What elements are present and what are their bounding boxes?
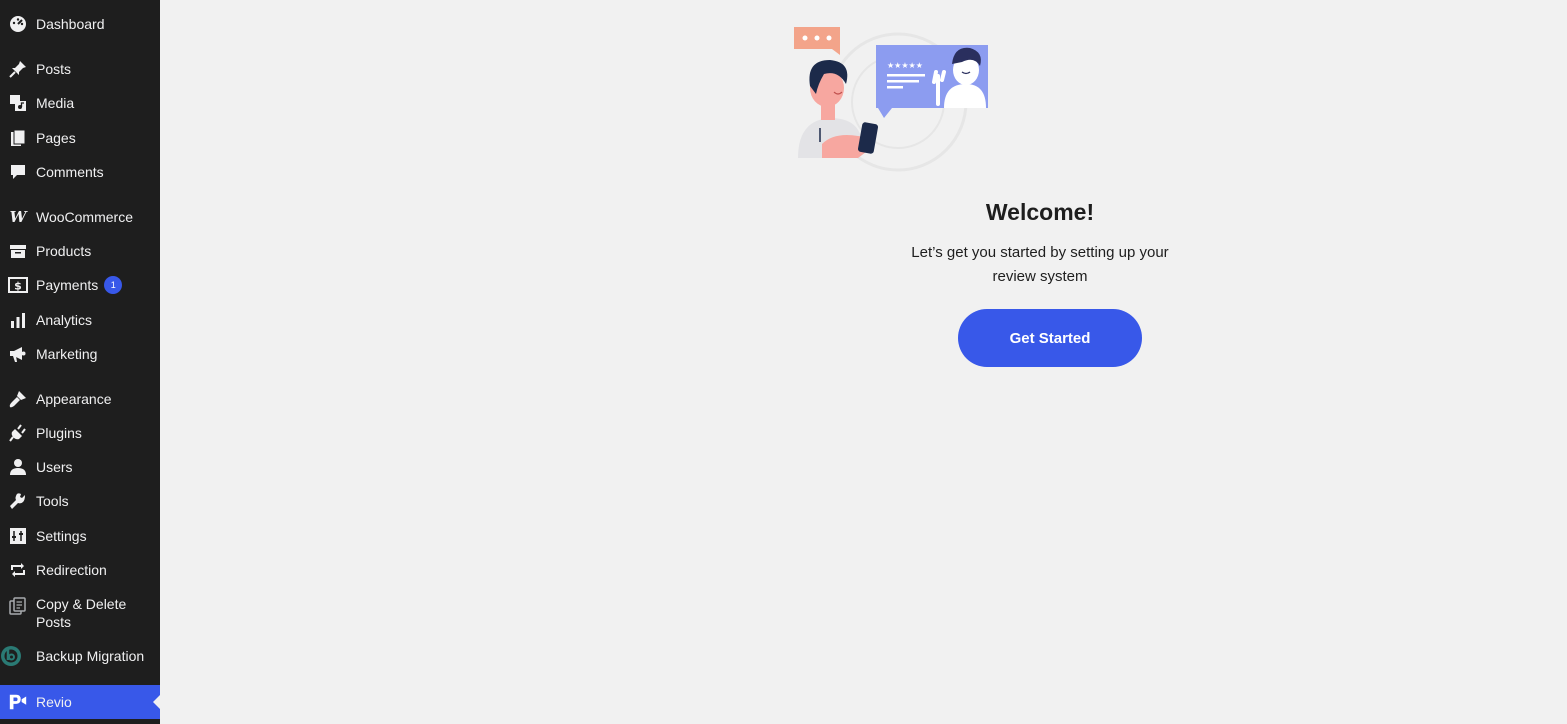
sidebar-item-label: Payments 1 [36,276,154,294]
revio-icon [8,693,28,711]
notification-badge: 1 [104,276,123,294]
sidebar-item-label: Products [36,243,92,259]
sidebar-item-comments[interactable]: Comments [0,163,160,181]
person-with-phone-icon [798,60,879,158]
bar-chart-icon [8,311,28,329]
copy-icon [8,597,28,615]
sidebar-item-label: Pages [36,130,76,146]
sidebar-item-dashboard[interactable]: Dashboard [0,15,160,33]
sidebar-item-label: Appearance [36,391,112,407]
sidebar-item-label: Settings [36,528,87,544]
sidebar-item-marketing[interactable]: Marketing [0,345,160,363]
sidebar-item-backup-migration[interactable]: Backup Migration [0,645,160,667]
sidebar-item-settings[interactable]: Settings [0,527,160,545]
sidebar-item-copy-delete-posts[interactable]: Copy & Delete Posts [0,595,160,631]
chat-bubble-icon [794,27,840,55]
sidebar-item-plugins[interactable]: Plugins [0,424,160,442]
user-icon [8,458,28,476]
sidebar-item-tools[interactable]: Tools [0,492,160,510]
sidebar-item-appearance[interactable]: Appearance [0,390,160,408]
plugin-icon [8,424,28,442]
sidebar-item-users[interactable]: Users [0,458,160,476]
sidebar-item-products[interactable]: Products [0,242,160,260]
welcome-illustration: ★★★★★ [794,27,988,172]
sidebar-item-label: Media [36,95,75,111]
page-title: Welcome! [985,199,1095,225]
welcome-description: Let’s get you started by setting up your… [911,244,1169,285]
sidebar-item-label: Backup Migration [36,648,145,664]
archive-icon [8,242,28,260]
sidebar-item-label: Tools [36,493,69,509]
sidebar-item-label: Posts [36,61,72,77]
sidebar-item-woocommerce[interactable]: W WooCommerce [0,208,160,226]
woocommerce-icon: W [9,208,27,226]
pages-icon [8,129,28,147]
backup-icon [0,645,22,667]
sidebar-item-payments[interactable]: $ Payments 1 [0,276,160,294]
media-icon [8,94,28,112]
megaphone-icon [8,345,28,363]
sidebar-item-label: Analytics [36,312,93,328]
svg-text:★★★★★: ★★★★★ [887,61,923,70]
sidebar-item-label: WooCommerce [36,209,133,225]
payments-label: Payments [36,277,99,293]
sidebar-item-pages[interactable]: Pages [0,129,160,147]
sidebar-item-label: Plugins [36,425,82,441]
sidebar-item-label: Users [36,459,73,475]
sidebar-item-label: Redirection [36,562,107,578]
sidebar-item-label: Revio [36,694,72,710]
comment-icon [8,163,28,181]
sidebar-item-label: Marketing [36,346,98,362]
sidebar-item-redirection[interactable]: Redirection [0,561,160,579]
admin-sidebar: Dashboard Posts Media Pages Comments W W… [0,0,161,724]
sidebar-item-revio[interactable]: Revio [0,685,161,719]
sidebar-item-posts[interactable]: Posts [0,60,160,78]
pin-icon [8,60,28,78]
svg-text:$: $ [14,280,22,293]
review-card-icon: ★★★★★ [876,45,988,118]
settings-icon [8,527,28,545]
sidebar-item-label: Dashboard [36,16,105,32]
wrench-icon [8,492,28,510]
get-started-button[interactable]: Get Started [958,309,1142,367]
redirect-icon [8,561,28,579]
dashboard-icon [8,15,28,33]
sidebar-item-analytics[interactable]: Analytics [0,311,160,329]
paintbrush-icon [8,390,28,408]
dollar-icon: $ [8,276,28,294]
sidebar-item-label: Comments [36,164,104,180]
sidebar-item-label: Copy & Delete Posts [36,596,127,630]
sidebar-item-media[interactable]: Media [0,94,160,112]
